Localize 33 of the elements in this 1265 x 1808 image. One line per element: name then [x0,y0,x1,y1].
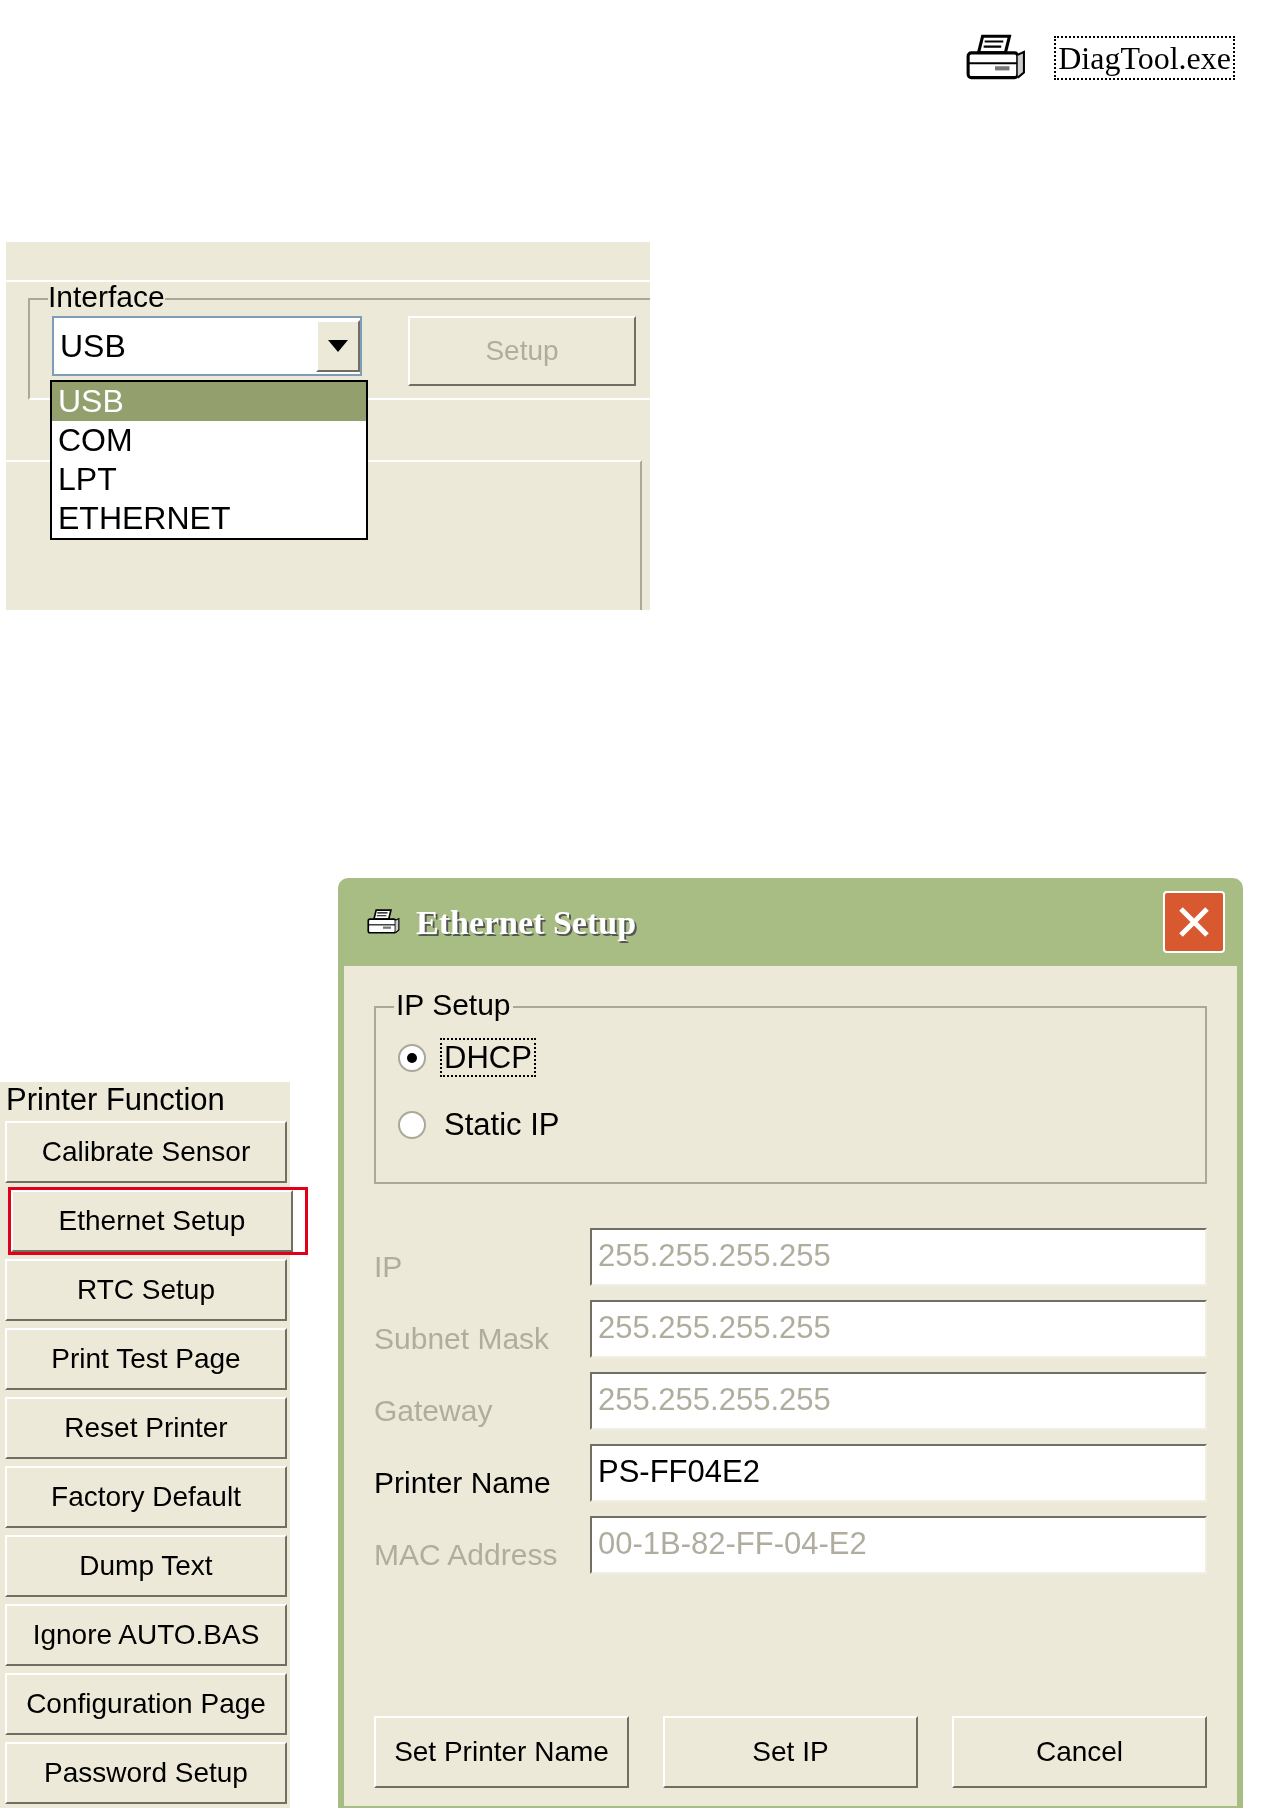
field-label: Gateway [374,1396,494,1429]
dialog-title: Ethernet Setup [416,902,638,943]
function-button[interactable]: Reset Printer [5,1397,287,1459]
radio-label[interactable]: DHCP [440,1038,536,1077]
function-button[interactable]: Configuration Page [5,1673,287,1735]
dialog-button[interactable]: Set IP [663,1716,918,1788]
dropdown-option[interactable]: LPT [52,460,366,499]
radio-button[interactable] [398,1043,426,1072]
panel-title: Printer Function [5,1082,226,1119]
dialog-button[interactable]: Set Printer Name [374,1716,629,1788]
field-label: IP [374,1252,404,1285]
field-label: Subnet Mask [374,1324,551,1357]
input-field[interactable]: PS-FF04E2 [590,1444,1207,1502]
interface-dropdown[interactable]: USB [52,316,362,376]
close-button[interactable] [1163,891,1225,953]
radio-label[interactable]: Static IP [440,1105,564,1144]
function-button[interactable]: Ignore AUTO.BAS [5,1604,287,1666]
field-label: Printer Name [374,1468,552,1501]
dialog-button[interactable]: Cancel [952,1716,1207,1788]
dropdown-option[interactable]: COM [52,421,366,460]
close-icon [1177,905,1211,939]
function-button[interactable]: Print Test Page [5,1328,287,1390]
dropdown-option[interactable]: ETHERNET [52,499,366,538]
printer-icon [366,907,400,937]
function-button[interactable]: Dump Text [5,1535,287,1597]
field-label: MAC Address [374,1540,559,1573]
function-button[interactable]: Calibrate Sensor [5,1121,287,1183]
function-button[interactable]: RTC Setup [5,1259,287,1321]
function-button[interactable]: Ethernet Setup [11,1190,293,1252]
function-button[interactable]: Password Setup [5,1742,287,1804]
radio-button[interactable] [398,1110,426,1139]
file-name-label[interactable]: DiagTool.exe [1054,35,1235,80]
function-button[interactable]: Factory Default [5,1466,287,1528]
